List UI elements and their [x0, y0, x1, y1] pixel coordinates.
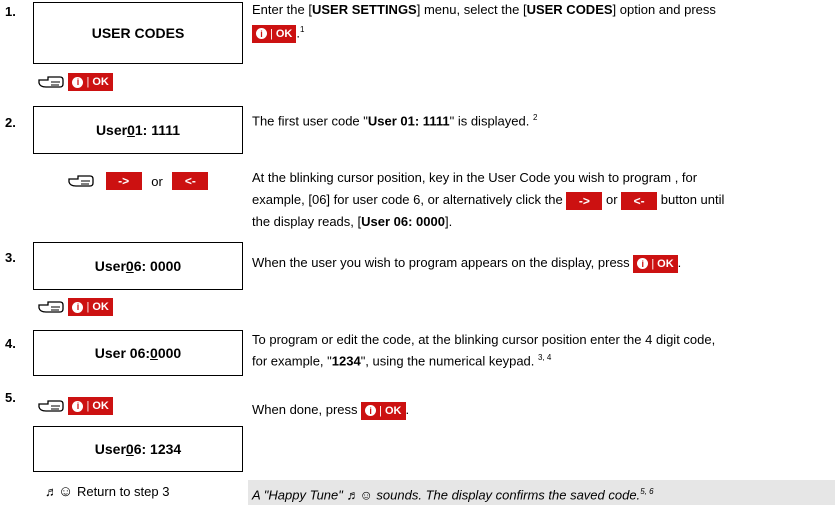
desc-text: A "Happy Tune": [252, 487, 343, 503]
hand-pointer-ok-row-3: i | OK: [38, 298, 113, 316]
lcd-text: 6: 0000: [133, 258, 182, 274]
desc-bold-1234: 1234: [331, 353, 361, 369]
footnote-ref: 1: [299, 25, 305, 34]
desc-text: ] menu, select the [: [416, 2, 527, 17]
step-5-number: 5.: [5, 390, 16, 405]
desc-text: for example, ": [252, 353, 332, 369]
desc-text: To program or edit the code, at the blin…: [252, 332, 716, 347]
right-arrow-button-icon: ->: [566, 191, 603, 210]
hand-pointer-arrows-row: -> or <-: [68, 172, 209, 190]
step-4-number: 4.: [5, 336, 16, 351]
lcd-text: 6: 1234: [133, 441, 182, 457]
ok-button-icon: i | OK: [68, 397, 113, 415]
lcd-display-user-codes: USER CODES: [33, 2, 243, 64]
ok-button-icon: i | OK: [68, 298, 113, 316]
happy-tune-note: A "Happy Tune" ♬☺ sounds. The display co…: [248, 480, 835, 505]
step-2-instructions: At the blinking cursor position, key in …: [252, 167, 832, 233]
lcd-text: User 06:: [94, 345, 151, 361]
ok-button-icon: i | OK: [361, 401, 406, 420]
hand-pointer-ok-row-1: i | OK: [38, 73, 113, 91]
hand-pointer-icon: [68, 175, 94, 187]
lcd-text: User: [95, 122, 128, 138]
step-4-description: To program or edit the code, at the blin…: [252, 331, 832, 370]
smiley-icon: ☺: [58, 483, 74, 500]
lcd-cursor: 0: [125, 258, 134, 274]
desc-text: When the user you wish to program appear…: [252, 255, 630, 270]
step-3-description: When the user you wish to program appear…: [252, 253, 832, 273]
desc-text: button until: [660, 192, 725, 207]
desc-text: the display reads, [: [252, 214, 362, 229]
desc-text: ", using the numerical keypad.: [360, 353, 535, 369]
desc-bold-user-codes: USER CODES: [526, 2, 613, 17]
or-text: or: [151, 173, 163, 189]
desc-text: ].: [444, 214, 453, 229]
hand-pointer-ok-row-5: i | OK: [38, 397, 113, 415]
lcd-cursor: 0: [150, 345, 158, 361]
ok-button-icon: i | OK: [68, 73, 113, 91]
desc-bold-user-06: User 06: 0000: [361, 214, 445, 229]
lcd-cursor: 0: [127, 122, 135, 138]
footnote-ref: 5, 6: [640, 487, 654, 496]
footnote-ref: 3, 4: [538, 353, 552, 362]
step-5-description: When done, press i | OK.: [252, 400, 409, 420]
music-note-icon: ♬: [346, 487, 360, 503]
step-2-number: 2.: [5, 115, 16, 130]
return-text: Return to step 3: [76, 484, 170, 499]
desc-text: The first user code ": [252, 113, 368, 129]
lcd-display-user-06-saved: User 0 6: 1234: [33, 426, 243, 472]
right-arrow-button-icon: ->: [105, 172, 142, 190]
step-2-description: The first user code "User 01: 1111" is d…: [252, 108, 827, 131]
desc-text: ] option and press: [612, 2, 716, 17]
ok-button-icon: i | OK: [252, 24, 297, 43]
left-arrow-button-icon: <-: [621, 191, 658, 210]
lcd-text: User: [94, 441, 126, 457]
lcd-text: USER CODES: [91, 25, 185, 41]
ok-button-icon: i | OK: [633, 254, 678, 273]
left-arrow-button-icon: <-: [172, 172, 209, 190]
step-1-description: Enter the [USER SETTINGS] menu, select t…: [252, 0, 827, 43]
hand-pointer-icon: [38, 76, 64, 88]
desc-text: When done, press: [252, 402, 358, 417]
lcd-text: 1: 1111: [134, 122, 181, 138]
return-to-step-3: ♬☺ Return to step 3: [45, 483, 169, 500]
music-note-icon: ♬: [45, 484, 58, 499]
desc-text: example, [06] for user code 6, or altern…: [252, 192, 563, 207]
lcd-text: User: [94, 258, 126, 274]
hand-pointer-icon: [38, 301, 64, 313]
step-1-number: 1.: [5, 4, 16, 19]
desc-bold-user-settings: USER SETTINGS: [311, 2, 417, 17]
desc-text: At the blinking cursor position, key in …: [252, 170, 698, 185]
lcd-text: 000: [157, 345, 182, 361]
footnote-ref: 2: [532, 113, 538, 122]
desc-text: " is displayed.: [449, 113, 530, 129]
step-3-number: 3.: [5, 250, 16, 265]
hand-pointer-icon: [38, 400, 64, 412]
smiley-icon: ☺: [359, 487, 373, 503]
lcd-display-user-06: User 0 6: 0000: [33, 242, 243, 290]
desc-text: sounds. The display confirms the saved c…: [376, 487, 641, 503]
lcd-display-user-01: User 0 1: 1111: [33, 106, 243, 154]
lcd-display-user-06-code: User 06: 0 000: [33, 330, 243, 376]
lcd-cursor: 0: [125, 441, 134, 457]
or-text: or: [605, 192, 618, 207]
desc-text: Enter the [: [252, 2, 312, 17]
desc-bold-user-01: User 01: 1111: [367, 113, 450, 129]
